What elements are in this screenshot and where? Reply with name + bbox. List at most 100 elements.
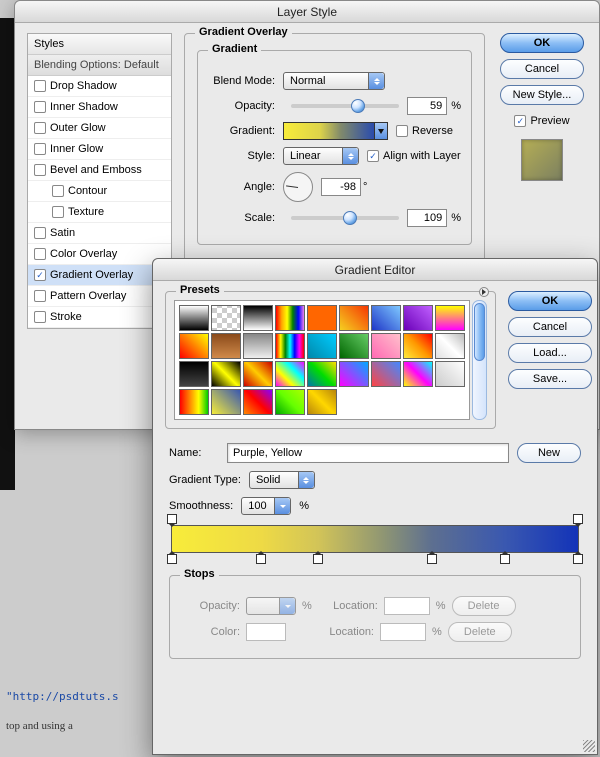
new-gradient-button[interactable]: New <box>517 443 581 463</box>
preset-swatch[interactable] <box>243 361 273 387</box>
gradient-name-input[interactable]: Purple, Yellow <box>227 443 509 463</box>
preset-swatch[interactable] <box>307 361 337 387</box>
style-checkbox[interactable] <box>52 206 64 218</box>
style-item-contour[interactable]: Contour <box>28 181 171 202</box>
preview-checkbox[interactable]: ✓ <box>514 115 526 127</box>
gradient-type-select[interactable]: Solid <box>249 471 315 489</box>
preset-swatch[interactable] <box>211 389 241 415</box>
style-item-outer-glow[interactable]: Outer Glow <box>28 118 171 139</box>
opacity-slider[interactable] <box>291 104 399 108</box>
style-checkbox[interactable] <box>34 290 46 302</box>
stop-color-location-input[interactable] <box>380 623 426 641</box>
cancel-button[interactable]: Cancel <box>500 59 584 79</box>
blend-mode-select[interactable]: Normal <box>283 72 385 90</box>
preset-swatch[interactable] <box>435 305 465 331</box>
preset-scrollbar[interactable] <box>472 300 487 420</box>
style-checkbox[interactable] <box>34 122 46 134</box>
style-checkbox[interactable] <box>34 248 46 260</box>
style-checkbox[interactable] <box>34 164 46 176</box>
style-checkbox[interactable] <box>34 101 46 113</box>
ge-cancel-button[interactable]: Cancel <box>508 317 592 337</box>
scale-slider[interactable] <box>291 216 399 220</box>
gradient-editor-titlebar[interactable]: Gradient Editor <box>153 259 597 281</box>
color-stop[interactable] <box>167 554 177 564</box>
style-checkbox[interactable] <box>34 227 46 239</box>
angle-input[interactable]: -98 <box>321 178 361 196</box>
delete-color-stop-button[interactable]: Delete <box>448 622 512 642</box>
preset-swatch[interactable] <box>371 361 401 387</box>
ge-load-button[interactable]: Load... <box>508 343 592 363</box>
preset-swatch[interactable] <box>179 305 209 331</box>
angle-dial[interactable] <box>283 172 313 202</box>
preset-swatch[interactable] <box>243 305 273 331</box>
color-stop[interactable] <box>500 554 510 564</box>
color-stop[interactable] <box>427 554 437 564</box>
stop-opacity-location-input[interactable] <box>384 597 430 615</box>
preset-swatch[interactable] <box>339 333 369 359</box>
style-item-texture[interactable]: Texture <box>28 202 171 223</box>
layer-style-titlebar[interactable]: Layer Style <box>15 1 599 23</box>
styles-header[interactable]: Styles <box>28 34 171 55</box>
style-item-bevel-and-emboss[interactable]: Bevel and Emboss <box>28 160 171 181</box>
style-item-drop-shadow[interactable]: Drop Shadow <box>28 76 171 97</box>
preset-swatch[interactable] <box>403 361 433 387</box>
preset-swatch[interactable] <box>275 333 305 359</box>
color-stop[interactable] <box>573 554 583 564</box>
preset-swatch[interactable] <box>275 305 305 331</box>
preset-swatch[interactable] <box>403 333 433 359</box>
preset-swatch[interactable] <box>179 389 209 415</box>
smoothness-input[interactable]: 100 <box>241 497 291 515</box>
preset-swatch[interactable] <box>339 361 369 387</box>
preset-swatch[interactable] <box>211 333 241 359</box>
preset-swatch[interactable] <box>179 333 209 359</box>
color-stop[interactable] <box>313 554 323 564</box>
style-item-inner-shadow[interactable]: Inner Shadow <box>28 97 171 118</box>
preset-swatch[interactable] <box>243 333 273 359</box>
preset-swatch[interactable] <box>179 361 209 387</box>
scale-input[interactable]: 109 <box>407 209 447 227</box>
ok-button[interactable]: OK <box>500 33 584 53</box>
style-item-color-overlay[interactable]: Color Overlay <box>28 244 171 265</box>
style-checkbox[interactable] <box>52 185 64 197</box>
style-item-stroke[interactable]: Stroke <box>28 307 171 328</box>
preset-swatch[interactable] <box>435 333 465 359</box>
color-stop[interactable] <box>256 554 266 564</box>
style-item-pattern-overlay[interactable]: Pattern Overlay <box>28 286 171 307</box>
style-checkbox[interactable] <box>34 311 46 323</box>
blending-options-row[interactable]: Blending Options: Default <box>28 55 171 76</box>
gradient-picker[interactable] <box>283 122 388 140</box>
style-checkbox[interactable] <box>34 143 46 155</box>
delete-opacity-stop-button[interactable]: Delete <box>452 596 516 616</box>
preset-swatch[interactable] <box>243 389 273 415</box>
style-item-satin[interactable]: Satin <box>28 223 171 244</box>
preset-swatch[interactable] <box>403 305 433 331</box>
align-checkbox[interactable]: ✓ <box>367 150 379 162</box>
stop-opacity-input[interactable] <box>246 597 296 615</box>
preset-swatch[interactable] <box>435 361 465 387</box>
preset-swatch[interactable] <box>307 389 337 415</box>
ge-ok-button[interactable]: OK <box>508 291 592 311</box>
preset-swatch[interactable] <box>339 305 369 331</box>
preset-swatch[interactable] <box>371 305 401 331</box>
preset-swatch[interactable] <box>211 305 241 331</box>
style-checkbox[interactable]: ✓ <box>34 269 46 281</box>
presets-flyout-icon[interactable] <box>479 287 489 297</box>
ge-save-button[interactable]: Save... <box>508 369 592 389</box>
style-checkbox[interactable] <box>34 80 46 92</box>
gradient-style-select[interactable]: Linear <box>283 147 359 165</box>
opacity-stop[interactable] <box>573 514 583 524</box>
opacity-stop[interactable] <box>167 514 177 524</box>
preset-swatch[interactable] <box>275 361 305 387</box>
style-item-gradient-overlay[interactable]: ✓Gradient Overlay <box>28 265 171 286</box>
preset-swatch[interactable] <box>371 333 401 359</box>
preset-swatch[interactable] <box>275 389 305 415</box>
style-item-inner-glow[interactable]: Inner Glow <box>28 139 171 160</box>
reverse-checkbox[interactable] <box>396 125 408 137</box>
new-style-button[interactable]: New Style... <box>500 85 584 105</box>
gradient-bar[interactable] <box>171 525 579 553</box>
resize-handle[interactable] <box>583 740 595 752</box>
preset-swatch[interactable] <box>307 333 337 359</box>
stop-color-swatch[interactable] <box>246 623 286 641</box>
opacity-input[interactable]: 59 <box>407 97 447 115</box>
preset-swatch[interactable] <box>307 305 337 331</box>
